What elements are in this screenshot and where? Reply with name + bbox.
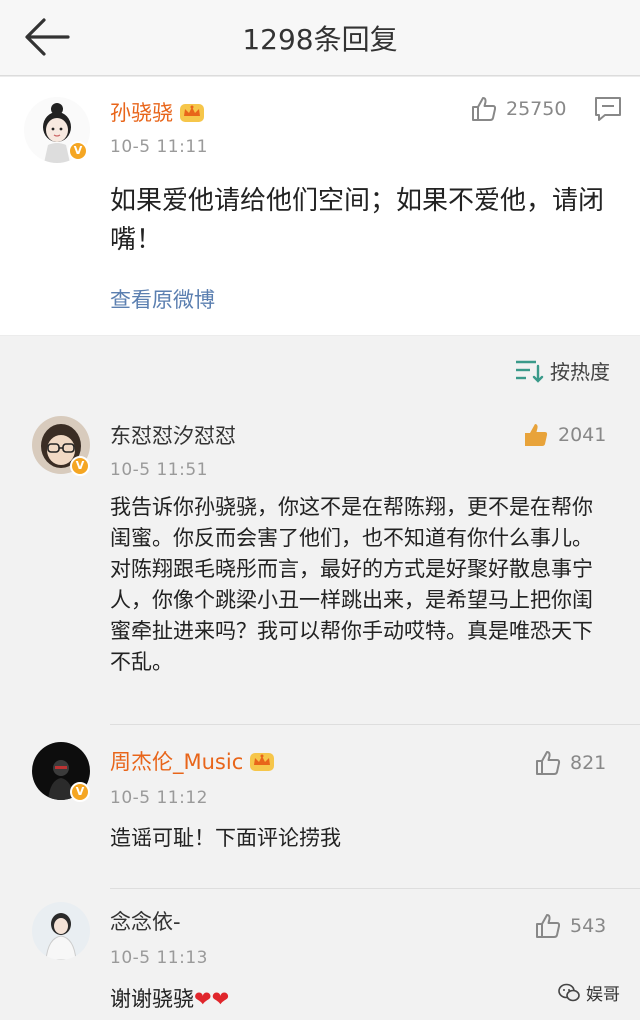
verified-icon: V [70,456,90,476]
comment-text: 谢谢骁骁❤❤ [110,984,610,1015]
thumbs-up-icon [525,424,548,446]
wechat-icon [558,983,580,1001]
comment-time: 10-5 11:51 [110,460,208,480]
like-button[interactable]: 543 [534,911,606,941]
like-count: 25750 [506,98,567,120]
sort-label: 按热度 [550,360,610,384]
crown-icon [250,753,275,771]
like-count: 821 [570,752,607,774]
comment-text: 造谣可耻！下面评论捞我 [110,826,341,850]
comment-icon[interactable] [594,96,622,122]
comment-list: 按热度 V 东怼怼汐怼怼 10-5 11:51 2041 我告诉你孙骁骁，你这不… [0,336,640,1020]
sort-button[interactable]: 按热度 [514,356,610,385]
author-name[interactable]: 周杰伦_Music [110,746,275,776]
comment-text-body: 谢谢骁骁 [110,987,194,1011]
author-name[interactable]: 东怼怼汐怼怼 [110,420,236,450]
author-name[interactable]: 念念依- [110,906,181,936]
divider [110,724,640,725]
like-button[interactable]: 2041 [522,420,606,450]
post-time: 10-5 11:11 [110,137,208,157]
like-button[interactable]: 821 [534,748,606,778]
like-button[interactable]: 25750 [470,94,566,124]
avatar[interactable] [32,902,90,960]
thumbs-up-icon [536,914,561,938]
like-count: 2041 [558,424,607,446]
comment-time: 10-5 11:13 [110,948,208,968]
thumbs-up-icon [472,97,497,121]
sort-icon [516,360,544,383]
verified-icon: V [68,141,88,161]
thumbs-up-icon [536,751,561,775]
verified-icon: V [70,782,90,802]
watermark-label: 娱哥 [586,985,620,1005]
top-bar: 1298条回复 [0,0,640,76]
view-original-link[interactable]: 查看原微博 [110,284,215,314]
like-count: 543 [570,915,607,937]
post-text: 如果爱他请给他们空间；如果不爱他，请闭嘴！ [110,186,605,255]
comment-text: 我告诉你孙骁骁，你这不是在帮陈翔，更不是在帮你闺蜜。你反而会害了他们，也不知道有… [110,495,593,674]
crown-icon [180,104,204,122]
heart-emoji: ❤❤ [194,987,230,1011]
comment-time: 10-5 11:12 [110,788,208,808]
author-name[interactable]: 孙骁骁 [110,97,205,127]
main-post: V 孙骁骁 10-5 11:11 25750 如果爱他请给他们空间；如果不爱他，… [0,77,640,335]
page-title: 1298条回复 [242,23,398,56]
divider [110,888,640,889]
watermark: 娱哥 [558,980,620,1005]
